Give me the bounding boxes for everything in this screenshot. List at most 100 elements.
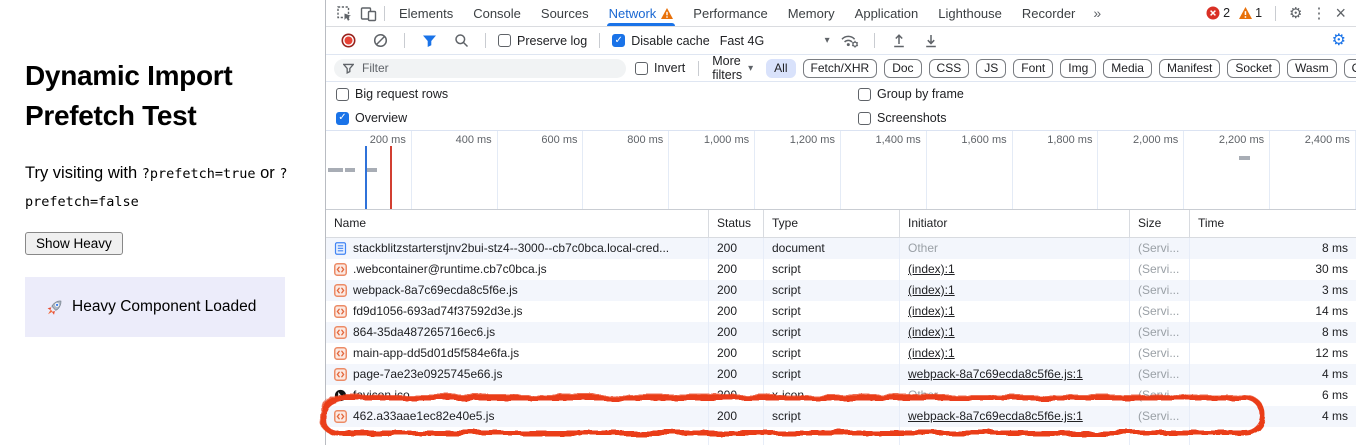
initiator-link[interactable]: webpack-8a7c69ecda8c5f6e.js:1 <box>908 367 1083 381</box>
checkbox[interactable] <box>336 112 349 125</box>
import-har-icon[interactable] <box>887 30 911 52</box>
request-row[interactable]: stackblitzstarterstjnv2bui-stz4--3000--c… <box>326 238 1356 259</box>
clear-icon[interactable] <box>368 30 392 52</box>
initiator-link[interactable]: (index):1 <box>908 262 955 276</box>
disable-cache-checkbox[interactable]: Disable cache <box>612 34 710 48</box>
filter-chip-js[interactable]: JS <box>976 59 1006 78</box>
tab-lighthouse[interactable]: Lighthouse <box>928 0 1012 26</box>
error-count: 2 <box>1223 6 1230 20</box>
ruler-label: 1,800 ms <box>1047 134 1092 146</box>
column-header-time[interactable]: Time <box>1190 210 1356 237</box>
filter-chip-font[interactable]: Font <box>1013 59 1053 78</box>
inspect-element-icon[interactable] <box>332 2 356 24</box>
request-size: (Servi... <box>1130 385 1190 406</box>
empty-cell <box>1130 427 1190 445</box>
tab-label: Lighthouse <box>938 6 1002 21</box>
show-heavy-button[interactable]: Show Heavy <box>25 232 123 255</box>
column-header-initiator[interactable]: Initiator <box>900 210 1130 237</box>
device-toolbar-icon[interactable] <box>356 2 380 24</box>
checkbox[interactable] <box>612 34 625 47</box>
tab-console[interactable]: Console <box>463 0 531 26</box>
filter-chip-media[interactable]: Media <box>1103 59 1152 78</box>
request-row[interactable]: .webcontainer@runtime.cb7c0bca.js200scri… <box>326 259 1356 280</box>
request-row[interactable]: page-7ae23e0925745e66.js200scriptwebpack… <box>326 364 1356 385</box>
filter-chip-manifest[interactable]: Manifest <box>1159 59 1220 78</box>
kebab-menu-icon[interactable]: ⋮ <box>1311 6 1326 21</box>
initiator-link[interactable]: (index):1 <box>908 283 955 297</box>
filter-chip-fetchxhr[interactable]: Fetch/XHR <box>803 59 878 78</box>
filter-chip-other[interactable]: Other <box>1344 59 1356 78</box>
filter-chip-all[interactable]: All <box>766 59 795 78</box>
screenshots-checkbox[interactable]: Screenshots <box>858 111 1356 125</box>
column-header-status[interactable]: Status <box>709 210 764 237</box>
record-icon[interactable] <box>336 30 360 52</box>
filter-chip-wasm[interactable]: Wasm <box>1287 59 1337 78</box>
request-row[interactable]: 864-35da487265716ec6.js200script(index):… <box>326 322 1356 343</box>
initiator-link[interactable]: (index):1 <box>908 304 955 318</box>
tab-label: Network <box>609 6 657 21</box>
checkbox[interactable] <box>498 34 511 47</box>
tab-network[interactable]: Network <box>599 0 684 26</box>
tab-memory[interactable]: Memory <box>778 0 845 26</box>
request-row[interactable]: main-app-dd5d01d5f584e6fa.js200script(in… <box>326 343 1356 364</box>
warning-badge[interactable]: 1 <box>1239 6 1262 20</box>
tab-application[interactable]: Application <box>845 0 929 26</box>
filter-funnel-icon[interactable] <box>417 30 441 52</box>
initiator-link[interactable]: (index):1 <box>908 346 955 360</box>
network-options: Big request rows Group by frame Overview… <box>326 82 1356 131</box>
network-settings-gear-icon[interactable]: ⚙ <box>1332 33 1346 49</box>
checkbox[interactable] <box>858 88 871 101</box>
search-icon[interactable] <box>449 30 473 52</box>
tab-recorder[interactable]: Recorder <box>1012 0 1085 26</box>
network-conditions-icon[interactable] <box>838 30 862 52</box>
empty-cell <box>709 427 764 445</box>
warning-icon <box>1239 7 1252 19</box>
column-header-type[interactable]: Type <box>764 210 900 237</box>
close-devtools-icon[interactable]: × <box>1335 4 1346 22</box>
network-filter-bar: Invert More filters ▾ All Fetch/XHR Doc CSS… <box>326 55 1356 82</box>
ruler-label: 200 ms <box>370 134 406 146</box>
request-initiator: webpack-8a7c69ecda8c5f6e.js:1 <box>900 406 1130 427</box>
settings-gear-icon[interactable]: ⚙ <box>1289 6 1302 21</box>
request-row[interactable]: fd9d1056-693ad74f37592d3e.js200script(in… <box>326 301 1356 322</box>
filter-chip-css[interactable]: CSS <box>929 59 970 78</box>
big-request-rows-checkbox[interactable]: Big request rows <box>336 87 858 101</box>
tab-sources[interactable]: Sources <box>531 0 599 26</box>
request-time: 4 ms <box>1190 406 1356 427</box>
error-badge[interactable]: 2 <box>1206 6 1230 20</box>
request-row[interactable]: favicon.ico200x-iconOther(Servi...6 ms <box>326 385 1356 406</box>
filter-chip-socket[interactable]: Socket <box>1227 59 1280 78</box>
filter-chip-doc[interactable]: Doc <box>884 59 921 78</box>
filter-chip-img[interactable]: Img <box>1060 59 1096 78</box>
network-overview-timeline[interactable]: 200 ms400 ms600 ms800 ms1,000 ms1,200 ms… <box>326 131 1356 210</box>
initiator-link[interactable]: (index):1 <box>908 325 955 339</box>
more-filters-button[interactable]: More filters ▾ <box>712 54 753 82</box>
funnel-icon <box>343 63 354 74</box>
export-har-icon[interactable] <box>919 30 943 52</box>
script-icon <box>334 368 347 381</box>
column-header-size[interactable]: Size <box>1130 210 1190 237</box>
request-status: 200 <box>709 385 764 406</box>
column-header-name[interactable]: Name <box>326 210 709 237</box>
request-initiator: (index):1 <box>900 301 1130 322</box>
request-status: 200 <box>709 238 764 259</box>
initiator-link[interactable]: webpack-8a7c69ecda8c5f6e.js:1 <box>908 409 1083 423</box>
request-row[interactable]: 462.a33aae1ec82e40e5.js200scriptwebpack-… <box>326 406 1356 427</box>
ruler-label: 400 ms <box>456 134 492 146</box>
checkbox[interactable] <box>635 62 648 75</box>
checkbox[interactable] <box>858 112 871 125</box>
tab-performance[interactable]: Performance <box>683 0 777 26</box>
group-by-frame-checkbox[interactable]: Group by frame <box>858 87 1356 101</box>
throttling-select[interactable]: Fast 4G ▾ <box>720 34 830 48</box>
filter-input-pill[interactable] <box>334 59 626 78</box>
overview-checkbox[interactable]: Overview <box>336 111 858 125</box>
more-tabs-button[interactable]: » <box>1085 0 1109 26</box>
divider <box>384 6 385 21</box>
checkbox[interactable] <box>336 88 349 101</box>
filter-input[interactable] <box>360 60 620 76</box>
request-type: script <box>764 280 900 301</box>
invert-checkbox[interactable]: Invert <box>635 61 685 75</box>
tab-elements[interactable]: Elements <box>389 0 463 26</box>
preserve-log-checkbox[interactable]: Preserve log <box>498 34 587 48</box>
request-row[interactable]: webpack-8a7c69ecda8c5f6e.js200script(ind… <box>326 280 1356 301</box>
